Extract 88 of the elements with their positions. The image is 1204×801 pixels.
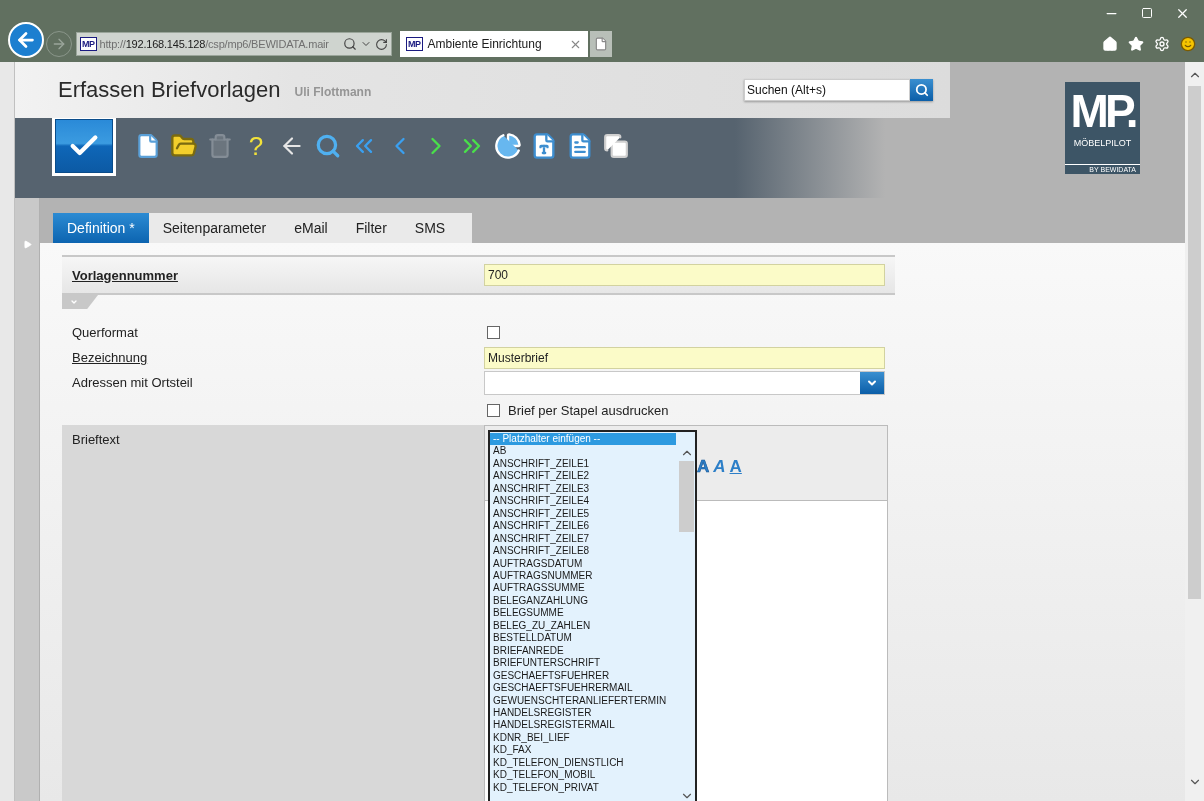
list-option[interactable]: GEWUENSCHTERANLIEFERTERMIN: [490, 694, 678, 707]
smiley-icon[interactable]: [1180, 36, 1196, 52]
list-option[interactable]: KD_TELEFON_PRIVAT: [490, 781, 678, 795]
address-bar[interactable]: MP http://192.168.145.128/csp/mp6/BEWIDATA.mair: [76, 32, 392, 56]
checkbox[interactable]: [487, 326, 500, 339]
settings-icon[interactable]: [1154, 36, 1170, 52]
list-option[interactable]: ANSCHRIFT_ZEILE1: [490, 457, 678, 471]
list-option[interactable]: BRIEFUNTERSCHRIFT: [490, 657, 678, 670]
url-text: http://192.168.145.128/csp/mp6/BEWIDATA.mair: [99, 38, 330, 50]
list-option[interactable]: ANSCHRIFT_ZEILE3: [490, 482, 678, 496]
field-label: Bezeichnung: [71, 350, 148, 365]
input-field[interactable]: 700: [484, 264, 885, 286]
dropdown-field[interactable]: [484, 370, 885, 395]
format-button[interactable]: A: [696, 458, 711, 476]
list-option[interactable]: BRIEFANREDE: [490, 644, 678, 658]
tab-title: Ambiente Einrichtung: [427, 37, 543, 51]
tab[interactable]: Filter: [341, 213, 401, 243]
tab[interactable]: eMail: [280, 213, 342, 243]
format-button[interactable]: A: [712, 458, 727, 476]
list-option[interactable]: ANSCHRIFT_ZEILE7: [490, 532, 678, 546]
list-option[interactable]: ANSCHRIFT_ZEILE4: [490, 495, 678, 508]
logo-mark: MP.: [1070, 86, 1135, 136]
new-tab-button[interactable]: [590, 31, 612, 57]
list-option[interactable]: BESTELLDATUM: [490, 632, 678, 645]
collapse-toggle[interactable]: [62, 295, 98, 309]
site-icon: MP: [406, 37, 423, 51]
list-option[interactable]: KD_FAX: [490, 744, 678, 757]
search-icon[interactable]: [343, 37, 357, 51]
tab[interactable]: Definition *: [53, 213, 149, 243]
home-icon[interactable]: [1102, 36, 1118, 52]
maximize-icon[interactable]: [1141, 7, 1153, 19]
search-button[interactable]: [910, 79, 933, 101]
user-name: Uli Flottmann: [294, 85, 372, 99]
field-label: Querformat: [71, 325, 138, 340]
tab[interactable]: Seitenparameter: [148, 213, 281, 243]
back-button[interactable]: [8, 22, 44, 58]
list-option[interactable]: ANSCHRIFT_ZEILE8: [490, 545, 678, 558]
field-label: Vorlagennummer: [71, 267, 178, 283]
page-title: Erfassen Briefvorlagen: [58, 77, 281, 103]
arrow-right-icon: [51, 36, 67, 52]
tab[interactable]: SMS: [400, 213, 460, 243]
save-button[interactable]: [52, 116, 116, 176]
trash-icon: [207, 133, 233, 159]
scroll-thumb[interactable]: [1188, 86, 1201, 599]
list-option[interactable]: KD_TELEFON_MOBIL: [490, 769, 678, 782]
field-label: Adressen mit Ortsteil: [71, 375, 193, 390]
list-option[interactable]: GESCHAEFTSFUEHRERMAIL: [490, 682, 678, 695]
list-option[interactable]: KDNR_BEI_LIEF: [490, 731, 678, 745]
list-option[interactable]: AB: [490, 445, 678, 458]
caret-icon: [70, 298, 78, 306]
scroll-thumb[interactable]: [679, 461, 694, 532]
list-option[interactable]: ANSCHRIFT_ZEILE2: [490, 470, 678, 483]
list-option[interactable]: GESCHAEFTSFUEHRER: [490, 669, 678, 683]
text-editor[interactable]: [484, 425, 888, 801]
checkbox-label: Brief per Stapel ausdrucken: [508, 402, 669, 418]
input-field[interactable]: Musterbrief: [484, 346, 885, 369]
list-option[interactable]: AUFTRAGSSUMME: [490, 582, 678, 595]
toolbar-button[interactable]: ?: [238, 128, 274, 164]
refresh-icon[interactable]: [375, 37, 388, 51]
search-icon: [914, 83, 929, 97]
list-option[interactable]: AUFTRAGSNUMMER: [490, 570, 678, 583]
search-field[interactable]: Suchen (Alt+s): [744, 79, 910, 101]
copy-icon: [603, 133, 629, 159]
side-panel-handle[interactable]: [15, 198, 40, 801]
help-icon: ?: [248, 130, 264, 162]
format-button[interactable]: A: [728, 458, 743, 476]
checkbox[interactable]: [487, 403, 500, 417]
list-option[interactable]: HANDELSREGISTER: [490, 706, 678, 720]
list-option[interactable]: HANDELSREGISTERMAIL: [490, 719, 678, 732]
search-icon: [315, 133, 341, 159]
star-icon[interactable]: [1128, 36, 1144, 52]
dropdown-button[interactable]: [860, 371, 884, 394]
field-label: Brieftext: [71, 432, 120, 447]
list-option[interactable]: BELEG_ZU_ZAHLEN: [490, 619, 678, 633]
list-option[interactable]: ANSCHRIFT_ZEILE6: [490, 520, 678, 533]
document-icon: [594, 37, 608, 51]
document-icon: [135, 133, 161, 159]
site-icon: MP: [80, 37, 97, 51]
list-option[interactable]: BELEGSUMME: [490, 607, 678, 620]
logo-name: MÖBELPILOT: [1073, 138, 1132, 148]
browser-tab[interactable]: MP Ambiente Einrichtung: [400, 31, 588, 57]
list-option[interactable]: ANSCHRIFT_ZEILE5: [490, 507, 678, 521]
page-scrollbar[interactable]: [1185, 62, 1204, 801]
list-option[interactable]: AUFTRAGSDATUM: [490, 557, 678, 570]
list-option[interactable]: KD_TELEFON_DIENSTLICH: [490, 756, 678, 770]
placeholder-list[interactable]: [488, 430, 697, 801]
pie-chart-icon: [494, 132, 522, 160]
list-option[interactable]: BELEGANZAHLUNG: [490, 594, 678, 608]
